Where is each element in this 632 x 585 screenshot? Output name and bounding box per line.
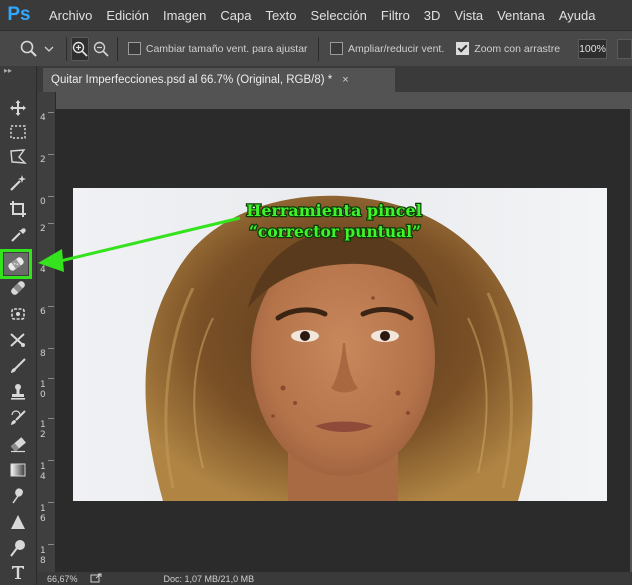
annotation-label-line1: Herramienta pincel — [246, 201, 422, 220]
annotation-overlay: Herramienta pincel “corrector puntual” — [38, 200, 423, 272]
zoom-level-status[interactable]: 66,67% — [47, 574, 78, 584]
annotation-label-line2: “corrector puntual” — [249, 222, 421, 241]
document-size-status: Doc: 1,07 MB/21,0 MB — [163, 573, 255, 584]
annotation-arrow — [38, 216, 241, 272]
status-bar: 66,67% Doc: 1,07 MB/21,0 MB — [37, 572, 632, 585]
share-icon[interactable] — [90, 573, 102, 585]
